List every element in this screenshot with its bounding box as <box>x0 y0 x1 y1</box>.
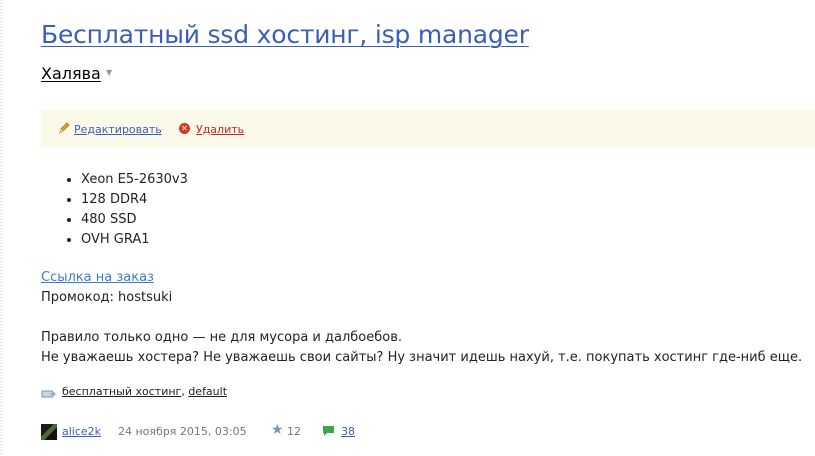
list-item: Xeon E5-2630v3 <box>81 170 188 190</box>
promo-code: Промокод: hostsuki <box>41 290 173 305</box>
body-text-line: Правило только одно — не для мусора и да… <box>41 330 403 345</box>
list-item: OVH GRA1 <box>81 230 188 250</box>
delete-button[interactable]: Удалить <box>196 123 244 136</box>
star-icon[interactable]: ★ <box>271 422 284 438</box>
tag-icon <box>41 390 56 398</box>
left-border <box>0 0 3 456</box>
post-title[interactable]: Бесплатный ssd хостинг, isp manager <box>41 20 529 49</box>
tag-link[interactable]: бесплатный хостинг <box>62 385 181 398</box>
post-date: 24 ноября 2015, 03:05 <box>118 425 247 438</box>
post-actions-bar: Редактировать ✕ Удалить <box>41 110 815 148</box>
delete-icon: ✕ <box>179 123 190 134</box>
rating-count: 12 <box>287 425 301 438</box>
edit-button[interactable]: Редактировать <box>74 123 162 136</box>
tags-list: бесплатный хостинг, default <box>62 385 227 398</box>
specs-list: Xeon E5-2630v3 128 DDR4 480 SSD OVH GRA1 <box>62 170 188 250</box>
tag-link[interactable]: default <box>188 385 227 398</box>
pencil-icon <box>59 122 70 134</box>
comment-icon <box>323 426 334 436</box>
blog-link[interactable]: Халява <box>41 64 101 83</box>
list-item: 480 SSD <box>81 210 188 230</box>
order-link[interactable]: Ссылка на заказ <box>41 270 154 285</box>
author-link[interactable]: alice2k <box>62 425 101 438</box>
body-text-line: Не уважаешь хостера? Не уважаешь свои са… <box>41 350 803 365</box>
list-item: 128 DDR4 <box>81 190 188 210</box>
tag-separator: , <box>181 385 185 398</box>
avatar[interactable] <box>41 424 57 440</box>
comments-link[interactable]: 38 <box>341 425 355 438</box>
chevron-down-icon[interactable]: ▼ <box>106 68 112 77</box>
